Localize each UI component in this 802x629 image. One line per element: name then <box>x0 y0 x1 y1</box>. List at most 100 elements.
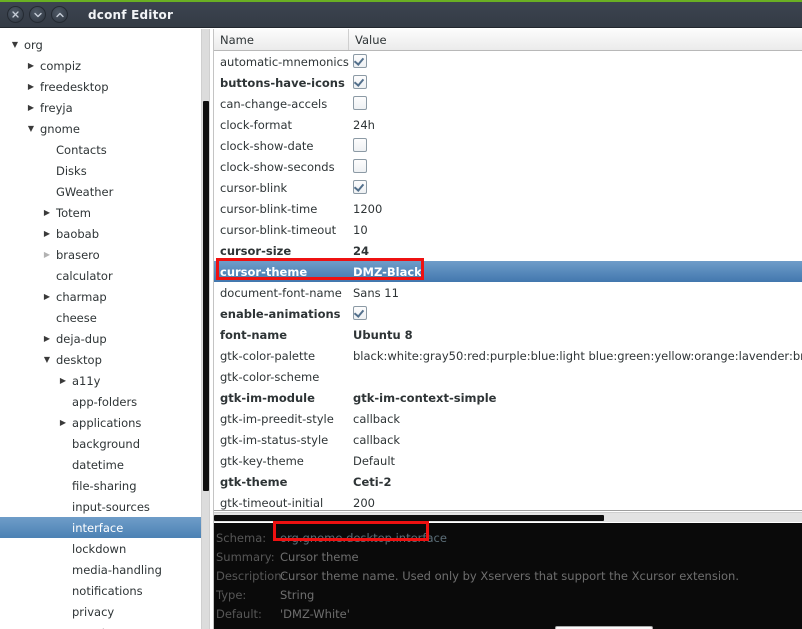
key-value[interactable]: Ceti-2 <box>349 475 802 489</box>
value-checkbox[interactable] <box>353 75 367 89</box>
key-value[interactable]: Ubuntu 8 <box>349 328 802 342</box>
tree-item-app-folders[interactable]: app-folders <box>0 391 203 412</box>
key-row-document-font-name[interactable]: document-font-name Sans 11 <box>214 282 802 303</box>
expander-open-icon[interactable]: ▼ <box>24 124 38 133</box>
expander-closed-icon[interactable]: ▶ <box>40 292 54 301</box>
tree-item-freedesktop[interactable]: ▶ freedesktop <box>0 76 203 97</box>
value-checkbox[interactable] <box>353 96 367 110</box>
key-value[interactable] <box>349 306 802 321</box>
tree-item-file-sharing[interactable]: file-sharing <box>0 475 203 496</box>
tree-item-lockdown[interactable]: lockdown <box>0 538 203 559</box>
tree-item-a11y[interactable]: ▶ a11y <box>0 370 203 391</box>
expander-closed-icon[interactable]: ▶ <box>56 418 70 427</box>
key-row-clock-format[interactable]: clock-format 24h <box>214 114 802 135</box>
key-row-gtk-timeout-initial[interactable]: gtk-timeout-initial 200 <box>214 492 802 510</box>
expander-closed-icon[interactable]: ▶ <box>40 229 54 238</box>
key-row-gtk-theme[interactable]: gtk-theme Ceti-2 <box>214 471 802 492</box>
expander-closed-icon[interactable]: ▶ <box>24 61 38 70</box>
tree-item-freyja[interactable]: ▶ freyja <box>0 97 203 118</box>
key-row-automatic-mnemonics[interactable]: automatic-mnemonics <box>214 51 802 72</box>
tree-item-media-handling[interactable]: media-handling <box>0 559 203 580</box>
tree-item-interface[interactable]: interface <box>0 517 203 538</box>
key-value[interactable]: black:white:gray50:red:purple:blue:light… <box>349 349 802 363</box>
key-value[interactable]: callback <box>349 433 802 447</box>
expander-open-icon[interactable]: ▼ <box>8 40 22 49</box>
tree-item-gweather[interactable]: GWeather <box>0 181 203 202</box>
key-value[interactable]: Sans 11 <box>349 286 802 300</box>
column-header-name[interactable]: Name <box>214 29 349 50</box>
expander-open-icon[interactable]: ▼ <box>40 355 54 364</box>
expander-closed-icon[interactable]: ▶ <box>56 376 70 385</box>
key-row-clock-show-date[interactable]: clock-show-date <box>214 135 802 156</box>
tree-item-remote-access[interactable]: remote-access <box>0 622 203 629</box>
tree-scrollbar-thumb[interactable] <box>203 101 209 491</box>
tree-item-privacy[interactable]: privacy <box>0 601 203 622</box>
key-row-gtk-im-preedit-style[interactable]: gtk-im-preedit-style callback <box>214 408 802 429</box>
tree-item-calculator[interactable]: calculator <box>0 265 203 286</box>
key-value[interactable] <box>349 54 802 69</box>
key-row-gtk-im-status-style[interactable]: gtk-im-status-style callback <box>214 429 802 450</box>
tree-item-contacts[interactable]: Contacts <box>0 139 203 160</box>
key-row-gtk-im-module[interactable]: gtk-im-module gtk-im-context-simple <box>214 387 802 408</box>
maximize-button[interactable] <box>51 6 68 23</box>
tree-vertical-scrollbar[interactable] <box>201 29 210 629</box>
tree-item-notifications[interactable]: notifications <box>0 580 203 601</box>
key-list-hscrollbar-thumb[interactable] <box>214 515 604 521</box>
key-row-cursor-theme[interactable]: cursor-theme DMZ-Black <box>214 261 802 282</box>
expander-closed-icon[interactable]: ▶ <box>40 208 54 217</box>
value-checkbox[interactable] <box>353 180 367 194</box>
key-value[interactable]: Default <box>349 454 802 468</box>
key-value[interactable] <box>349 180 802 195</box>
key-value[interactable] <box>349 138 802 153</box>
tree-item-charmap[interactable]: ▶ charmap <box>0 286 203 307</box>
key-row-gtk-key-theme[interactable]: gtk-key-theme Default <box>214 450 802 471</box>
key-row-clock-show-seconds[interactable]: clock-show-seconds <box>214 156 802 177</box>
tree-item-compiz[interactable]: ▶ compiz <box>0 55 203 76</box>
tree-item-cheese[interactable]: cheese <box>0 307 203 328</box>
key-value[interactable]: 10 <box>349 223 802 237</box>
key-row-can-change-accels[interactable]: can-change-accels <box>214 93 802 114</box>
key-row-buttons-have-icons[interactable]: buttons-have-icons <box>214 72 802 93</box>
value-checkbox[interactable] <box>353 138 367 152</box>
tree-item-gnome[interactable]: ▼ gnome <box>0 118 203 139</box>
tree-item-input-sources[interactable]: input-sources <box>0 496 203 517</box>
minimize-button[interactable] <box>29 6 46 23</box>
expander-closed-icon[interactable]: ▶ <box>24 103 38 112</box>
key-row-cursor-blink-time[interactable]: cursor-blink-time 1200 <box>214 198 802 219</box>
key-value[interactable]: 24h <box>349 118 802 132</box>
tree-item-background[interactable]: background <box>0 433 203 454</box>
key-value[interactable]: callback <box>349 412 802 426</box>
tree-item-deja-dup[interactable]: ▶ deja-dup <box>0 328 203 349</box>
schema-tree-viewport[interactable]: ▼ org ▶ compiz ▶ freedesktop ▶ freyja ▼ gnome Cont… <box>0 29 203 629</box>
key-row-cursor-size[interactable]: cursor-size 24 <box>214 240 802 261</box>
tree-item-brasero[interactable]: ▶ brasero <box>0 244 203 265</box>
expander-closed-icon[interactable]: ▶ <box>24 82 38 91</box>
key-row-gtk-color-scheme[interactable]: gtk-color-scheme <box>214 366 802 387</box>
key-value[interactable] <box>349 75 802 90</box>
tree-item-org[interactable]: ▼ org <box>0 34 203 55</box>
value-checkbox[interactable] <box>353 54 367 68</box>
tree-item-totem[interactable]: ▶ Totem <box>0 202 203 223</box>
key-row-cursor-blink[interactable]: cursor-blink <box>214 177 802 198</box>
tree-item-baobab[interactable]: ▶ baobab <box>0 223 203 244</box>
key-value[interactable]: gtk-im-context-simple <box>349 391 802 405</box>
key-row-cursor-blink-timeout[interactable]: cursor-blink-timeout 10 <box>214 219 802 240</box>
key-value[interactable]: 200 <box>349 496 802 510</box>
tree-item-desktop[interactable]: ▼ desktop <box>0 349 203 370</box>
key-value[interactable]: 1200 <box>349 202 802 216</box>
key-value[interactable]: 24 <box>349 244 802 258</box>
expander-closed-icon[interactable]: ▶ <box>40 250 54 259</box>
key-row-enable-animations[interactable]: enable-animations <box>214 303 802 324</box>
key-value[interactable] <box>349 96 802 111</box>
key-row-font-name[interactable]: font-name Ubuntu 8 <box>214 324 802 345</box>
key-list-horizontal-scrollbar[interactable] <box>214 512 802 522</box>
tree-item-datetime[interactable]: datetime <box>0 454 203 475</box>
close-button[interactable] <box>7 6 24 23</box>
value-checkbox[interactable] <box>353 306 367 320</box>
tree-item-applications[interactable]: ▶ applications <box>0 412 203 433</box>
tree-item-disks[interactable]: Disks <box>0 160 203 181</box>
expander-closed-icon[interactable]: ▶ <box>40 334 54 343</box>
key-row-gtk-color-palette[interactable]: gtk-color-palette black:white:gray50:red:… <box>214 345 802 366</box>
column-header-value[interactable]: Value <box>349 29 802 50</box>
key-value[interactable]: DMZ-Black <box>349 265 802 279</box>
